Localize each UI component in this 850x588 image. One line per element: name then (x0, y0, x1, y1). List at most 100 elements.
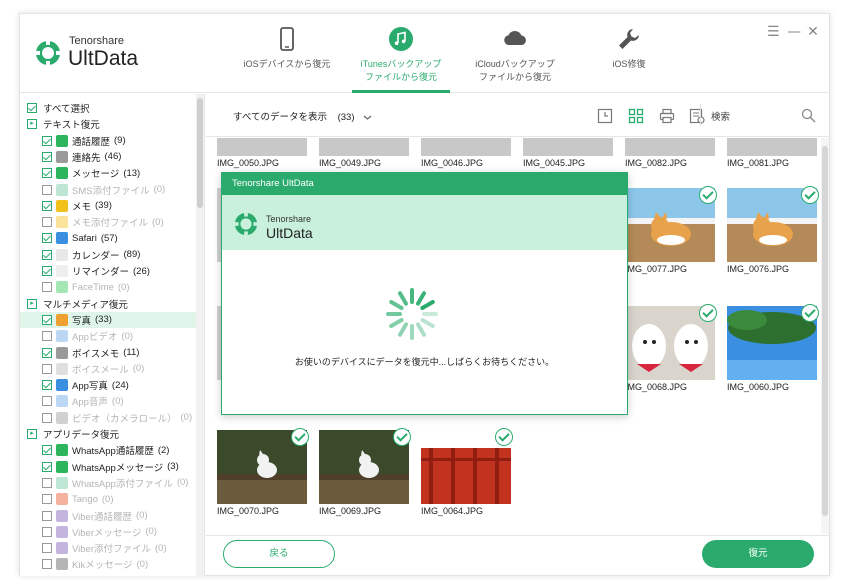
sidebar-item[interactable]: App写真 (24) (20, 377, 196, 393)
item-checkbox[interactable] (42, 380, 52, 391)
item-checkbox[interactable] (42, 347, 52, 358)
item-count: (13) (123, 167, 141, 179)
sidebar-item[interactable]: Appビデオ (0) (20, 328, 196, 344)
item-checkbox[interactable] (42, 266, 52, 276)
item-checkbox[interactable] (42, 510, 52, 521)
sidebar-section-2[interactable]: ▸ アプリデータ復元 (20, 426, 196, 442)
sidebar-item[interactable]: ボイスメモ (11) (20, 345, 196, 361)
item-checkbox[interactable] (42, 412, 52, 423)
select-all-checkbox[interactable] (27, 103, 37, 113)
photo-selected-check-icon[interactable] (801, 304, 819, 322)
minimize-icon[interactable]: — (787, 25, 801, 39)
category-icon (56, 216, 68, 229)
sidebar-item[interactable]: 写真 (33) (20, 311, 196, 328)
sidebar-item[interactable]: メモ添付ファイル (0) (20, 214, 196, 230)
item-checkbox[interactable] (42, 184, 52, 195)
sidebar-item[interactable]: App音声 (0) (20, 393, 196, 409)
sidebar-item[interactable]: Kikメッセージ (0) (20, 556, 196, 572)
close-icon[interactable]: ✕ (807, 25, 819, 39)
photo-selected-check-icon[interactable] (291, 428, 309, 446)
print-icon[interactable] (659, 108, 675, 124)
tab-ios-repair[interactable]: iOS修復 (572, 14, 686, 93)
select-all-row[interactable]: すべて選択 (20, 100, 196, 116)
back-button[interactable]: 戻る (223, 540, 335, 568)
item-checkbox[interactable] (42, 461, 52, 472)
item-checkbox[interactable] (42, 200, 52, 211)
sidebar-item[interactable]: Tango (0) (20, 491, 196, 507)
sidebar-item[interactable]: 通話履歴 (9) (20, 133, 196, 149)
sidebar-item[interactable]: Safari (57) (20, 230, 196, 246)
item-checkbox[interactable] (42, 526, 52, 537)
photo-selected-check-icon[interactable] (699, 304, 717, 322)
photo-image[interactable] (523, 138, 613, 156)
recover-button[interactable]: 復元 (702, 540, 814, 568)
photo-image[interactable] (217, 138, 307, 156)
show-data-filter-dropdown[interactable]: すべてのデータを表示 (33) (233, 109, 372, 123)
section-toggle-icon[interactable]: ▸ (27, 298, 37, 309)
grid-view-icon[interactable] (628, 108, 644, 124)
photo-selected-check-icon[interactable] (699, 186, 717, 204)
photo-image[interactable] (727, 138, 817, 156)
sidebar-item[interactable]: Viber通話履歴 (0) (20, 508, 196, 524)
category-icon (56, 281, 68, 294)
search-icon[interactable] (801, 108, 816, 123)
item-checkbox[interactable] (42, 314, 52, 325)
sidebar-item[interactable]: メモ (39) (20, 198, 196, 214)
sidebar-section-0[interactable]: ▸ テキスト復元 (20, 116, 196, 132)
item-checkbox[interactable] (42, 559, 52, 570)
item-checkbox[interactable] (42, 477, 52, 488)
item-checkbox[interactable] (42, 233, 52, 244)
item-count: (0) (111, 395, 124, 407)
item-checkbox[interactable] (42, 217, 52, 228)
item-checkbox[interactable] (42, 543, 52, 554)
item-count: (0) (136, 558, 149, 570)
sidebar-item[interactable]: Viberメッセージ (0) (20, 524, 196, 540)
item-count: (39) (95, 200, 112, 212)
item-count: (11) (123, 347, 140, 358)
logo-product-name: UltData (68, 47, 139, 70)
clock-view-icon[interactable] (597, 108, 613, 124)
scrollbar-thumb[interactable] (822, 146, 828, 516)
item-checkbox[interactable] (42, 331, 52, 342)
item-checkbox[interactable] (42, 168, 52, 179)
photo-selected-check-icon[interactable] (495, 428, 513, 446)
sidebar-item[interactable]: WhatsAppメッセージ (3) (20, 459, 196, 475)
grid-scrollbar[interactable] (821, 138, 829, 534)
item-checkbox[interactable] (42, 445, 52, 456)
sidebar-item[interactable]: メッセージ (13) (20, 165, 196, 181)
photo-image[interactable] (421, 138, 511, 156)
tab-recover-from-itunes-backup[interactable]: iTunesバックアップ ファイルから復元 (344, 14, 458, 93)
search-input[interactable]: 検索 (711, 109, 730, 123)
photo-selected-check-icon[interactable] (801, 186, 819, 204)
sidebar-item[interactable]: SMS添付ファイル (0) (20, 182, 196, 198)
sidebar-item[interactable]: Viber添付ファイル (0) (20, 540, 196, 556)
photo-selected-check-icon[interactable] (393, 428, 411, 446)
menu-icon[interactable]: ☰ (767, 25, 780, 39)
sidebar-item[interactable]: WhatsApp通話履歴 (2) (20, 442, 196, 458)
sidebar-section-1[interactable]: ▸ マルチメディア復元 (20, 296, 196, 312)
sidebar-item[interactable]: 連絡先 (46) (20, 149, 196, 165)
section-toggle-icon[interactable]: ▸ (27, 429, 37, 439)
tab-recover-from-ios-device[interactable]: iOSデバイスから復元 (230, 14, 344, 93)
sidebar-scrollbar[interactable] (196, 94, 204, 576)
sidebar-item[interactable]: ボイスメール (0) (20, 361, 196, 377)
scrollbar-thumb[interactable] (197, 98, 203, 208)
item-checkbox[interactable] (42, 135, 52, 146)
item-checkbox[interactable] (42, 151, 52, 162)
item-checkbox[interactable] (42, 396, 52, 407)
export-settings-icon[interactable] (689, 108, 705, 124)
photo-image[interactable] (319, 138, 409, 156)
photo-filename: IMG_0081.JPG (727, 158, 790, 168)
section-toggle-icon[interactable]: ▸ (27, 119, 37, 130)
item-checkbox[interactable] (42, 494, 52, 505)
sidebar-item[interactable]: リマインダー (26) (20, 263, 196, 279)
photo-image[interactable] (625, 138, 715, 156)
tab-recover-from-icloud-backup[interactable]: iCloudバックアップ ファイルから復元 (458, 14, 572, 93)
item-checkbox[interactable] (42, 249, 52, 260)
sidebar-item[interactable]: FaceTime (0) (20, 279, 196, 295)
sidebar-item[interactable]: カレンダー (89) (20, 247, 196, 263)
sidebar-item[interactable]: WhatsApp添付ファイル (0) (20, 475, 196, 491)
item-checkbox[interactable] (42, 282, 52, 293)
item-checkbox[interactable] (42, 363, 52, 374)
sidebar-item[interactable]: ビデオ（カメラロール） (0) (20, 410, 196, 426)
